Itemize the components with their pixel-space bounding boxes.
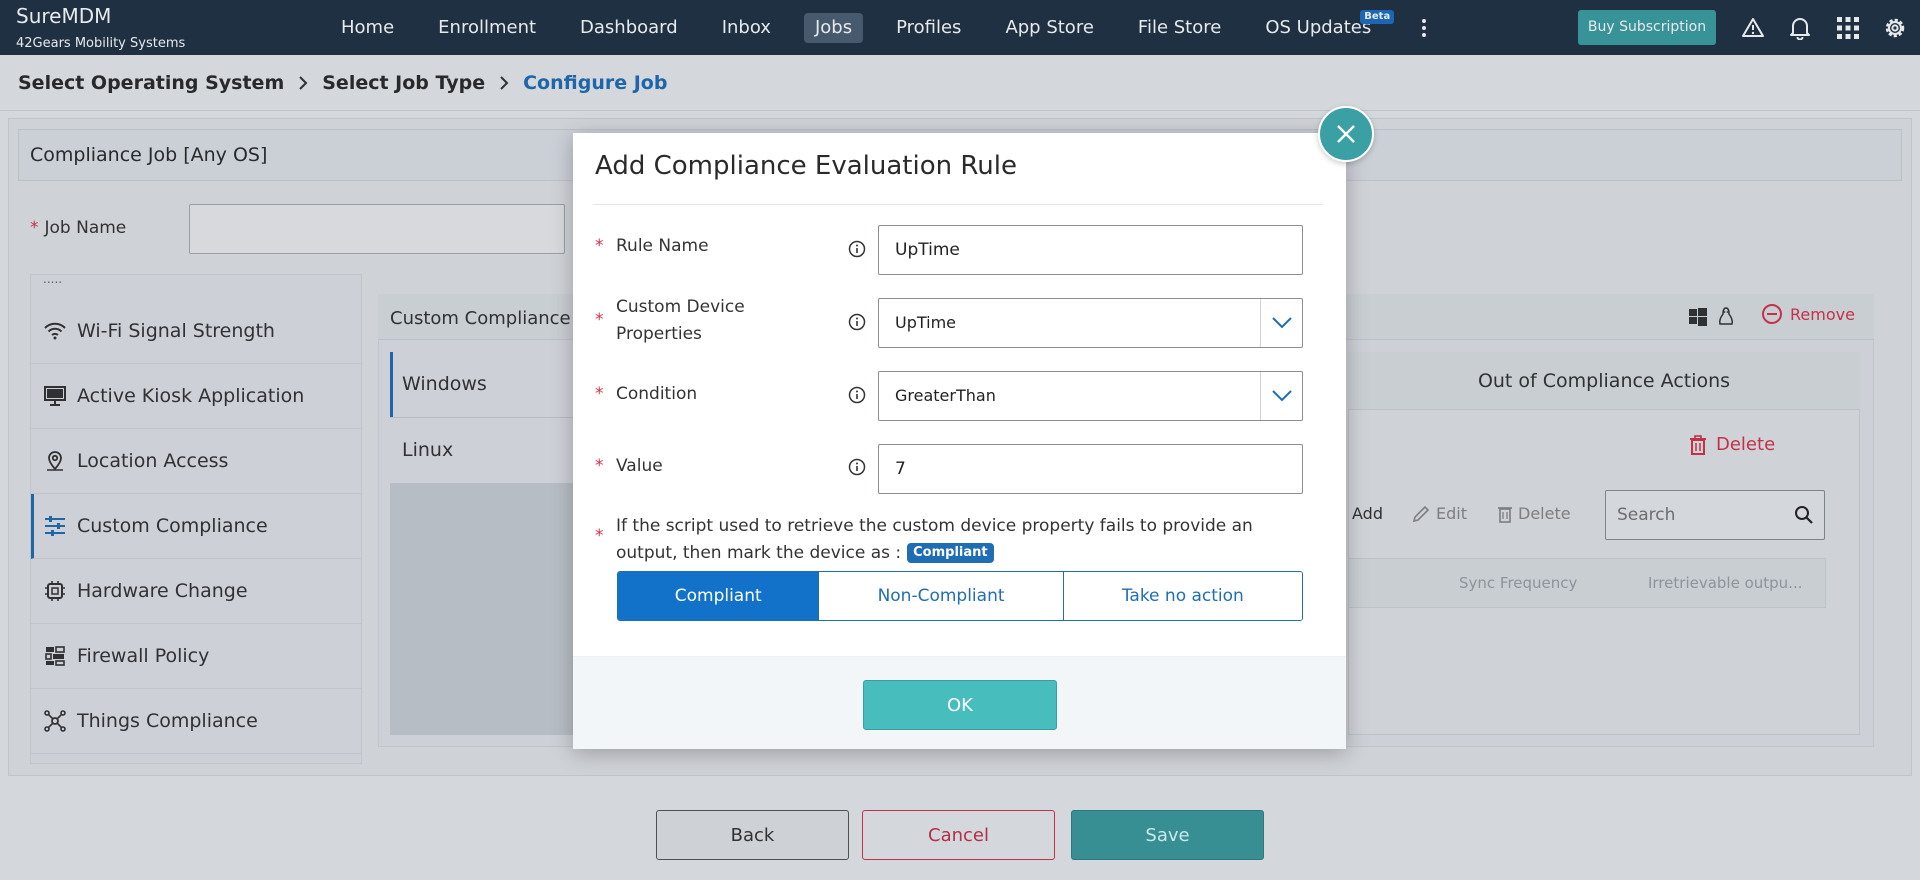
- dialog-footer: OK: [573, 656, 1346, 749]
- required-marker: *: [595, 526, 604, 546]
- option-non-compliant[interactable]: Non-Compliant: [819, 572, 1064, 620]
- custom-property-value: UpTime: [895, 313, 957, 332]
- close-dialog-button[interactable]: [1318, 106, 1374, 162]
- dialog-title: Add Compliance Evaluation Rule: [595, 151, 1017, 181]
- dialog-divider: [593, 204, 1323, 205]
- fail-behaviour-badge: Compliant: [907, 543, 994, 563]
- info-icon[interactable]: [848, 386, 866, 404]
- custom-property-label-line1: Custom Device: [616, 297, 745, 317]
- chevron-down-icon[interactable]: [1260, 299, 1302, 347]
- fail-behaviour-text: If the script used to retrieve the custo…: [616, 513, 1306, 567]
- value-label: * Value: [595, 453, 663, 480]
- add-compliance-rule-dialog: Add Compliance Evaluation Rule * Rule Nam…: [573, 133, 1346, 749]
- custom-property-select[interactable]: UpTime: [878, 298, 1303, 348]
- ok-button[interactable]: OK: [863, 680, 1057, 730]
- custom-property-label: * Custom Device Properties: [595, 294, 745, 348]
- fail-action-toggle: Compliant Non-Compliant Take no action: [617, 571, 1303, 621]
- value-input[interactable]: [879, 445, 1302, 493]
- chevron-down-icon[interactable]: [1260, 372, 1302, 420]
- rule-name-label-text: Rule Name: [616, 236, 709, 256]
- rule-name-input[interactable]: [879, 226, 1302, 274]
- custom-property-label-line2: Properties: [616, 324, 702, 344]
- condition-label-text: Condition: [616, 384, 698, 404]
- value-label-text: Value: [616, 456, 663, 476]
- info-icon[interactable]: [848, 240, 866, 258]
- value-field: [878, 444, 1303, 494]
- condition-label: * Condition: [595, 381, 697, 408]
- info-icon[interactable]: [848, 458, 866, 476]
- condition-value: GreaterThan: [895, 386, 996, 405]
- info-icon[interactable]: [848, 313, 866, 331]
- option-compliant[interactable]: Compliant: [618, 572, 820, 620]
- close-icon: [1337, 125, 1355, 143]
- condition-select[interactable]: GreaterThan: [878, 371, 1303, 421]
- rule-name-field: [878, 225, 1303, 275]
- rule-name-label: * Rule Name: [595, 233, 709, 260]
- option-take-no-action[interactable]: Take no action: [1063, 572, 1302, 620]
